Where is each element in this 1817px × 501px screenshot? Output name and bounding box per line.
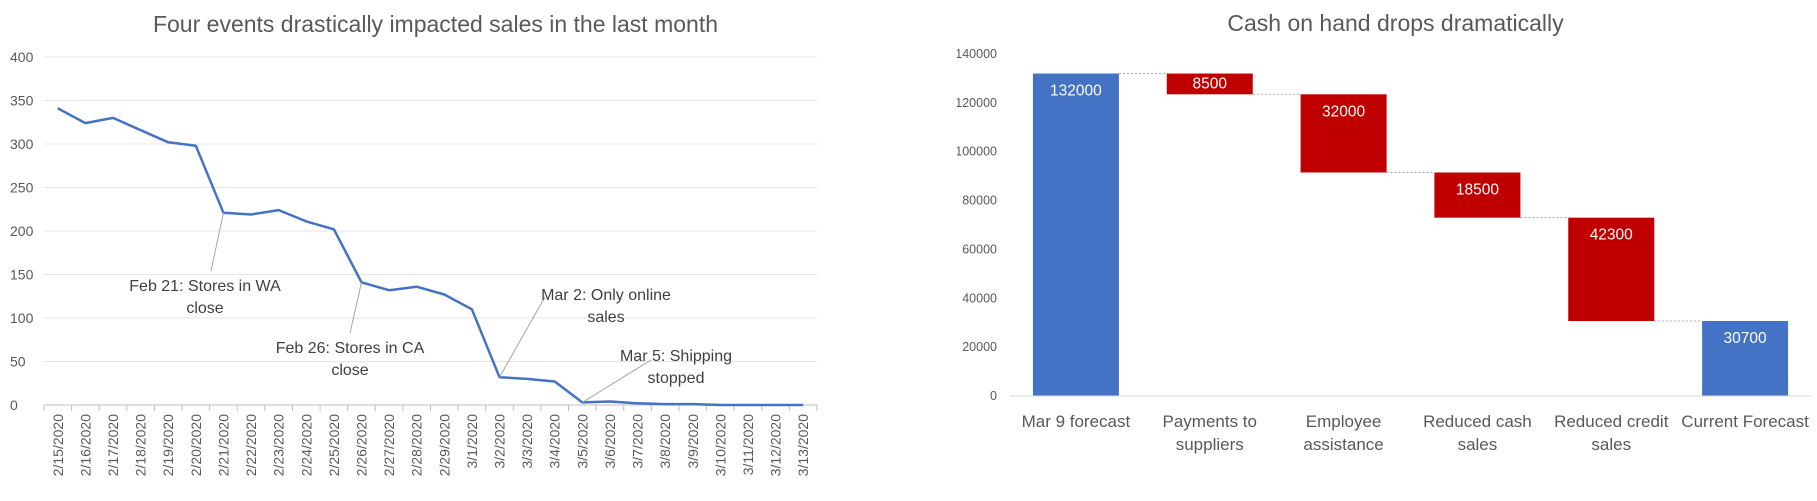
y-tick-label: 150 bbox=[10, 267, 34, 283]
annotation-line: Mar 5: Shipping bbox=[620, 348, 732, 365]
y-tick-label: 140000 bbox=[957, 47, 997, 61]
x-tick-label: 3/1/2020 bbox=[464, 414, 480, 469]
category-label-line: sales bbox=[1591, 435, 1631, 454]
y-tick-label: 100 bbox=[10, 310, 34, 326]
annotation-label: Feb 26: Stores in CA close bbox=[276, 340, 425, 379]
x-tick-label: 2/17/2020 bbox=[105, 414, 121, 476]
x-tick-label: 3/9/2020 bbox=[685, 414, 701, 469]
x-tick-label: 3/8/2020 bbox=[657, 414, 673, 469]
annotation-leader-line bbox=[349, 282, 362, 334]
annotation-leader-line bbox=[210, 212, 224, 272]
annotation-line: Feb 26: Stores in CA bbox=[276, 340, 425, 357]
annotation-line: Feb 21: Stores in WA bbox=[129, 278, 281, 295]
x-tick-label: 3/12/2020 bbox=[768, 414, 784, 476]
y-tick-label: 20000 bbox=[962, 340, 997, 354]
category-label: Payments to suppliers bbox=[1163, 412, 1258, 454]
y-tick-label: 400 bbox=[10, 49, 34, 65]
y-tick-label: 0 bbox=[10, 397, 18, 413]
x-tick-label: 2/18/2020 bbox=[133, 414, 149, 476]
bar-data-label: 30700 bbox=[1724, 330, 1767, 347]
y-tick-label: 0 bbox=[990, 389, 997, 403]
x-tick-label: 3/4/2020 bbox=[547, 414, 563, 469]
x-tick-label: 3/3/2020 bbox=[519, 414, 535, 469]
dashboard: Four events drastically impacted sales i… bbox=[0, 0, 1817, 501]
x-tick-label: 2/29/2020 bbox=[436, 414, 452, 476]
x-tick-label: 2/26/2020 bbox=[353, 414, 369, 476]
total-bar bbox=[1032, 73, 1119, 397]
x-tick-label: 2/24/2020 bbox=[298, 414, 314, 476]
cash-waterfall-chart: Cash on hand drops dramatically 0 20000 400… bbox=[957, 10, 1812, 454]
bar-data-label: 42300 bbox=[1590, 227, 1633, 244]
annotation-label: Feb 21: Stores in WA close bbox=[129, 278, 281, 317]
category-label-line: Payments to bbox=[1163, 412, 1258, 431]
bar-data-label: 8500 bbox=[1193, 76, 1228, 93]
category-label-line: sales bbox=[1458, 435, 1498, 454]
annotation-leader-line bbox=[582, 359, 652, 403]
category-label: Reduced cash sales bbox=[1423, 412, 1532, 454]
y-tick-label: 350 bbox=[10, 93, 34, 109]
y-tick-label: 100000 bbox=[957, 145, 997, 159]
x-tick-label: 2/28/2020 bbox=[409, 414, 425, 476]
category-label: Employee assistance bbox=[1303, 412, 1383, 454]
annotation-line: Mar 2: Only online bbox=[541, 287, 671, 304]
annotation-leader-line bbox=[499, 296, 546, 378]
x-tick-label: 2/22/2020 bbox=[243, 414, 259, 476]
category-label-line: Reduced cash bbox=[1423, 412, 1532, 431]
annotation-line: close bbox=[331, 362, 368, 379]
annotation-label: Mar 5: Shipping stopped bbox=[620, 348, 732, 387]
line-chart-title: Four events drastically impacted sales i… bbox=[153, 11, 718, 37]
bar-data-label: 32000 bbox=[1322, 103, 1365, 120]
annotation-line: close bbox=[186, 300, 223, 317]
category-label-line: assistance bbox=[1303, 435, 1383, 454]
category-label: Current Forecast bbox=[1681, 412, 1809, 431]
y-tick-label: 60000 bbox=[962, 242, 997, 256]
x-tick-label: 2/27/2020 bbox=[381, 414, 397, 476]
y-tick-label: 50 bbox=[10, 354, 26, 370]
category-label-line: Employee bbox=[1306, 412, 1382, 431]
x-tick-label: 2/25/2020 bbox=[326, 414, 342, 476]
waterfall-title: Cash on hand drops dramatically bbox=[1227, 10, 1564, 36]
x-tick-label: 2/23/2020 bbox=[271, 414, 287, 476]
annotation-label: Mar 2: Only online sales bbox=[541, 287, 671, 326]
y-tick-label: 80000 bbox=[962, 194, 997, 208]
category-label-line: Reduced credit bbox=[1554, 412, 1669, 431]
x-tick-label: 3/2/2020 bbox=[492, 414, 508, 469]
annotation-line: sales bbox=[587, 309, 624, 326]
x-tick-label: 3/6/2020 bbox=[602, 414, 618, 469]
category-label-line: Mar 9 forecast bbox=[1022, 412, 1131, 431]
x-tick-label: 3/11/2020 bbox=[740, 414, 756, 475]
category-label-line: suppliers bbox=[1176, 435, 1244, 454]
x-tick-label: 3/13/2020 bbox=[795, 414, 811, 476]
x-tick-label: 2/20/2020 bbox=[188, 414, 204, 476]
category-label-line: Current Forecast bbox=[1681, 412, 1809, 431]
annotation-line: stopped bbox=[648, 370, 705, 387]
x-tick-label: 3/10/2020 bbox=[712, 414, 728, 476]
x-tick-label: 3/5/2020 bbox=[574, 414, 590, 469]
x-tick-label: 2/15/2020 bbox=[50, 414, 66, 476]
bar-data-label: 132000 bbox=[1050, 83, 1102, 100]
y-tick-label: 250 bbox=[10, 180, 34, 196]
y-tick-label: 200 bbox=[10, 223, 34, 239]
category-label: Mar 9 forecast bbox=[1022, 412, 1131, 431]
x-tick-label: 2/21/2020 bbox=[215, 414, 231, 476]
sales-line-chart: Four events drastically impacted sales i… bbox=[10, 11, 818, 476]
bar-data-label: 18500 bbox=[1456, 181, 1499, 198]
y-tick-label: 300 bbox=[10, 136, 34, 152]
category-label: Reduced credit sales bbox=[1554, 412, 1669, 454]
x-tick-label: 3/7/2020 bbox=[630, 414, 646, 469]
x-tick-label: 2/19/2020 bbox=[160, 414, 176, 476]
y-tick-label: 40000 bbox=[962, 291, 997, 305]
y-tick-label: 120000 bbox=[957, 96, 997, 110]
x-tick-label: 2/16/2020 bbox=[77, 414, 93, 476]
